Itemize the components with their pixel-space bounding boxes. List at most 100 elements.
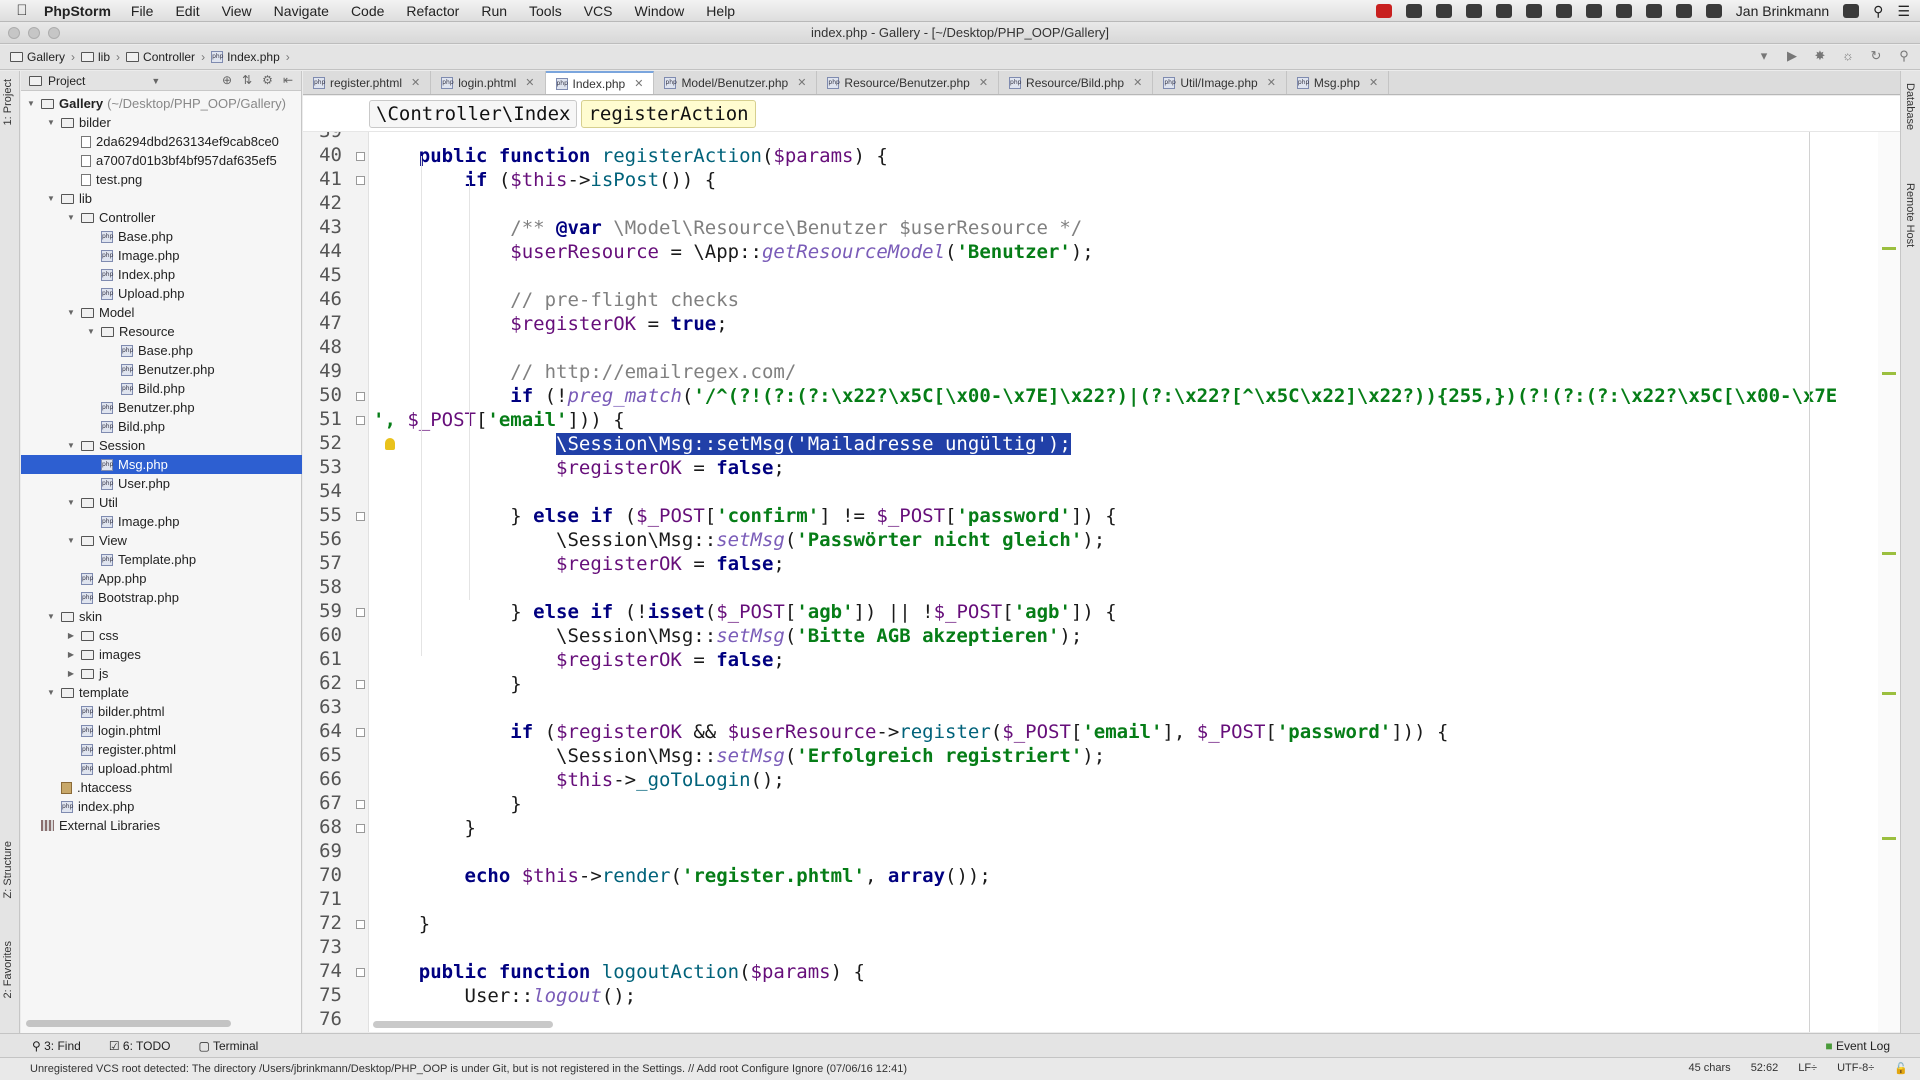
editor-tab[interactable]: php register.phtml ✕ [303,71,432,94]
close-tab-icon[interactable]: ✕ [634,77,643,90]
tree-node[interactable]: 2da6294dbd263134ef9cab8ce0 [21,132,302,151]
code-line[interactable]: if ($registerOK && $userResource->regist… [373,720,1448,744]
nav-crumb-controller[interactable]: Controller [126,50,195,64]
tree-node[interactable]: php upload.phtml [21,759,302,778]
menu-edit[interactable]: Edit [175,3,199,19]
expand-arrow-down-icon[interactable]: ▼ [65,536,77,545]
tree-node[interactable]: ▼ Session [21,436,302,455]
menu-tools[interactable]: Tools [529,3,562,19]
terminal-tool-button[interactable]: ▢ Terminal [198,1039,258,1053]
code-line[interactable]: if ($this->isPost()) { [373,168,717,192]
run-config-dropdown[interactable]: ▾ [1756,48,1772,64]
time-machine-icon[interactable] [1705,4,1722,18]
scroll-from-source-icon[interactable]: ⊕ [222,73,232,87]
menu-run[interactable]: Run [481,3,507,19]
chevron-down-icon[interactable]: ▼ [151,76,160,86]
code-line[interactable]: $this->_goToLogin(); [373,768,785,792]
tray-app-icon[interactable] [1465,4,1482,18]
notification-center-icon[interactable]: ☰ [1897,3,1910,20]
close-tab-icon[interactable]: ✕ [797,76,806,89]
expand-arrow-right-icon[interactable]: ▶ [65,631,77,640]
close-tab-icon[interactable]: ✕ [1267,76,1276,89]
code-area[interactable]: public function registerAction($params) … [373,132,1876,1032]
code-line[interactable]: } else if (!isset($_POST['agb']) || !$_P… [373,600,1116,624]
volume-icon[interactable] [1645,4,1662,18]
fold-marker-icon[interactable] [356,680,365,689]
tree-node[interactable]: ▶ images [21,645,302,664]
expand-arrow-down-icon[interactable]: ▼ [45,612,57,621]
code-line[interactable]: echo $this->render('register.phtml', arr… [373,864,991,888]
tree-node[interactable]: a7007d01b3bf4bf957daf635ef5 [21,151,302,170]
fold-marker-icon[interactable] [356,608,365,617]
expand-arrow-down-icon[interactable]: ▼ [45,118,57,127]
tree-node[interactable]: php bilder.phtml [21,702,302,721]
close-tab-icon[interactable]: ✕ [979,76,988,89]
close-tab-icon[interactable]: ✕ [1369,76,1378,89]
tray-app-icon[interactable] [1495,4,1512,18]
code-line[interactable]: \Session\Msg::setMsg('Passwörter nicht g… [373,528,1105,552]
tray-app-icon[interactable] [1435,4,1452,18]
project-view-selector[interactable]: Project [48,74,85,88]
tree-node[interactable]: test.png [21,170,302,189]
expand-arrow-right-icon[interactable]: ▶ [65,669,77,678]
menu-help[interactable]: Help [706,3,735,19]
record-icon[interactable] [1375,4,1392,18]
tree-node[interactable]: php Bootstrap.php [21,588,302,607]
code-line[interactable]: } [373,912,430,936]
code-line[interactable]: User::logout(); [373,984,637,1008]
tray-app-icon[interactable] [1615,4,1632,18]
tree-node[interactable]: ▼ lib [21,189,302,208]
code-line[interactable]: ', $_POST['email'])) { [373,408,625,432]
nav-crumb-index[interactable]: php Index.php [211,50,280,64]
tree-node[interactable]: php Bild.php [21,379,302,398]
project-tool-button[interactable]: 1: Project [2,79,14,125]
nav-crumb-gallery[interactable]: Gallery [10,50,65,64]
editor-horizontal-scrollbar[interactable] [373,1021,553,1028]
tree-node[interactable]: php login.phtml [21,721,302,740]
fold-marker-icon[interactable] [356,512,365,521]
editor-tab[interactable]: php Index.php ✕ [545,71,655,94]
event-log-button[interactable]: ■ Event Log [1825,1039,1890,1053]
fold-marker-icon[interactable] [356,920,365,929]
expand-arrow-down-icon[interactable]: ▼ [45,194,57,203]
fold-marker-icon[interactable] [356,392,365,401]
dropbox-icon[interactable] [1405,4,1422,18]
tree-node[interactable]: php Upload.php [21,284,302,303]
code-line[interactable]: \Session\Msg::setMsg('Mailadresse ungült… [373,432,1071,456]
tree-node[interactable]: php Base.php [21,227,302,246]
code-line[interactable]: $registerOK = false; [373,552,785,576]
editor-tab[interactable]: php Model/Benutzer.php ✕ [654,71,818,94]
code-line[interactable]: \Session\Msg::setMsg('Bitte AGB akzeptie… [373,624,1082,648]
code-line[interactable]: public function registerAction($params) … [373,144,888,168]
analysis-mark[interactable] [1882,247,1896,250]
tree-node[interactable]: ▼ Model [21,303,302,322]
tree-node[interactable]: ▼ Resource [21,322,302,341]
analysis-mark[interactable] [1882,837,1896,840]
tree-node[interactable]: php Bild.php [21,417,302,436]
menu-view[interactable]: View [222,3,252,19]
tree-node[interactable]: .htaccess [21,778,302,797]
todo-tool-button[interactable]: ☑ 6: TODO [109,1039,171,1053]
debug-icon[interactable]: ✸ [1812,48,1828,64]
listen-debug-icon[interactable]: ☼ [1840,48,1856,64]
tree-node[interactable]: php User.php [21,474,302,493]
vcs-icon[interactable]: ↻ [1868,48,1884,64]
editor-tab[interactable]: php Resource/Benutzer.php ✕ [817,71,1000,94]
tree-node[interactable]: ▼ template [21,683,302,702]
code-line[interactable]: /** @var \Model\Resource\Benutzer $userR… [373,216,1082,240]
expand-arrow-down-icon[interactable]: ▼ [65,213,77,222]
tree-node[interactable]: php register.phtml [21,740,302,759]
expand-arrow-down-icon[interactable]: ▼ [85,327,97,336]
analysis-mark[interactable] [1882,692,1896,695]
tree-node[interactable]: ▼ Controller [21,208,302,227]
editor-tab[interactable]: php login.phtml ✕ [431,71,546,94]
evernote-icon[interactable] [1585,4,1602,18]
remote-host-tool-button[interactable]: Remote Host [1904,183,1916,247]
tree-node[interactable]: php Template.php [21,550,302,569]
tree-node[interactable]: ▼ Util [21,493,302,512]
editor-tab[interactable]: php Util/Image.php ✕ [1153,71,1287,94]
close-tab-icon[interactable]: ✕ [411,76,420,89]
editor-tab[interactable]: php Msg.php ✕ [1287,71,1390,94]
tree-node[interactable]: php Index.php [21,265,302,284]
code-line[interactable]: // http://emailregex.com/ [373,360,796,384]
